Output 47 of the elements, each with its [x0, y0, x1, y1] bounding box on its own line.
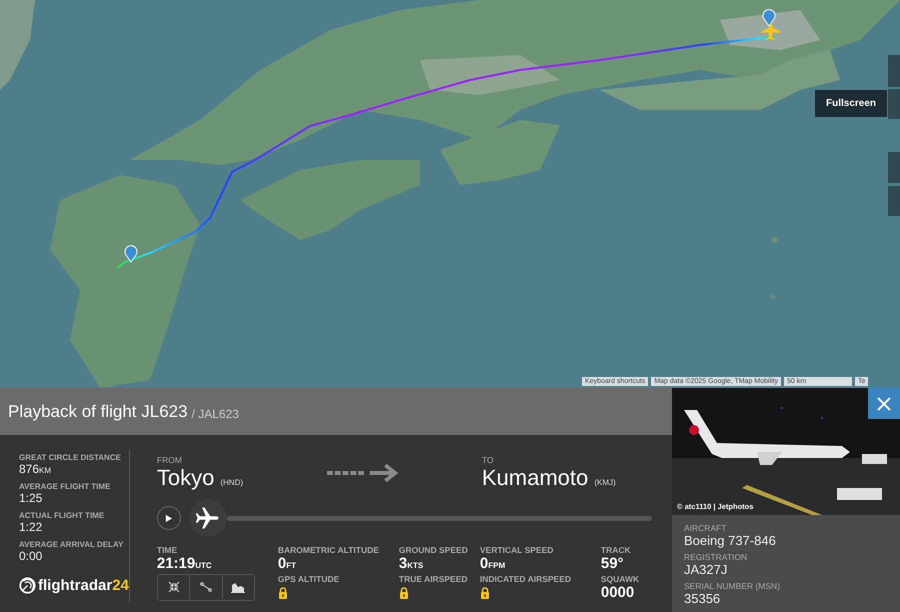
stat-label: AVERAGE FLIGHT TIME [19, 482, 112, 491]
detail-label: AIRCRAFT [684, 523, 728, 533]
stat-value: 1:25 [19, 491, 44, 505]
detail-value: JA327J [684, 562, 728, 577]
play-icon [164, 514, 174, 522]
callsign: / JAL623 [192, 406, 239, 420]
detail-value: 35356 [684, 591, 722, 606]
stat-value: 1:22 [19, 520, 44, 534]
logo-text: flightradar24 [38, 577, 129, 594]
reading-label: BAROMETRIC ALTITUDE [278, 545, 380, 555]
reading-value: 3KTS [398, 555, 424, 572]
reading-label: TIME [156, 545, 178, 555]
reading-label: GPS ALTITUDE [278, 574, 340, 584]
detail-value: Boeing 737-846 [684, 533, 777, 548]
destination-city: Kumamoto (KMJ) [482, 465, 617, 491]
plane-slider-handle[interactable] [188, 499, 227, 537]
from-label: FROM [156, 455, 183, 465]
reading-label: TRUE AIRSPEED [398, 574, 469, 584]
reading-value: 21:19UTC [156, 555, 213, 572]
reading-value: 0FPM [480, 555, 506, 572]
radar-logo-icon [19, 577, 36, 594]
reading-label: INDICATED AIRSPEED [480, 574, 572, 584]
stat-label: GREAT CIRCLE DISTANCE [19, 453, 122, 462]
play-button[interactable] [156, 506, 181, 530]
arrow-icon [326, 464, 400, 482]
reading-value: 59° [600, 555, 625, 572]
stat-label: ACTUAL FLIGHT TIME [19, 511, 106, 520]
chart-icon [231, 581, 246, 593]
collapse-button[interactable] [158, 575, 190, 599]
origin-city: Tokyo (HND) [156, 465, 244, 491]
reading-label: SQUAWK [600, 574, 640, 584]
reading-label: GROUND SPEED [398, 545, 469, 555]
detail-label: REGISTRATION [684, 552, 748, 562]
close-icon [876, 396, 892, 412]
to-label: TO [482, 455, 495, 465]
route-icon [200, 581, 212, 593]
panel-title: Playback of flight JL623 [8, 402, 188, 422]
reading-value: 0FT [278, 555, 297, 572]
collapse-icon [168, 581, 180, 593]
reading-label: TRACK [600, 545, 632, 555]
stat-label: AVERAGE ARRIVAL DELAY [19, 540, 124, 549]
close-button[interactable] [868, 388, 900, 419]
reading-label: VERTICAL SPEED [480, 545, 554, 555]
detail-label: SERIAL NUMBER (MSN) [684, 581, 782, 591]
reading-value: 0000 [600, 584, 636, 601]
stat-value: 876KM [19, 462, 52, 476]
stat-value: 0:00 [19, 549, 44, 563]
